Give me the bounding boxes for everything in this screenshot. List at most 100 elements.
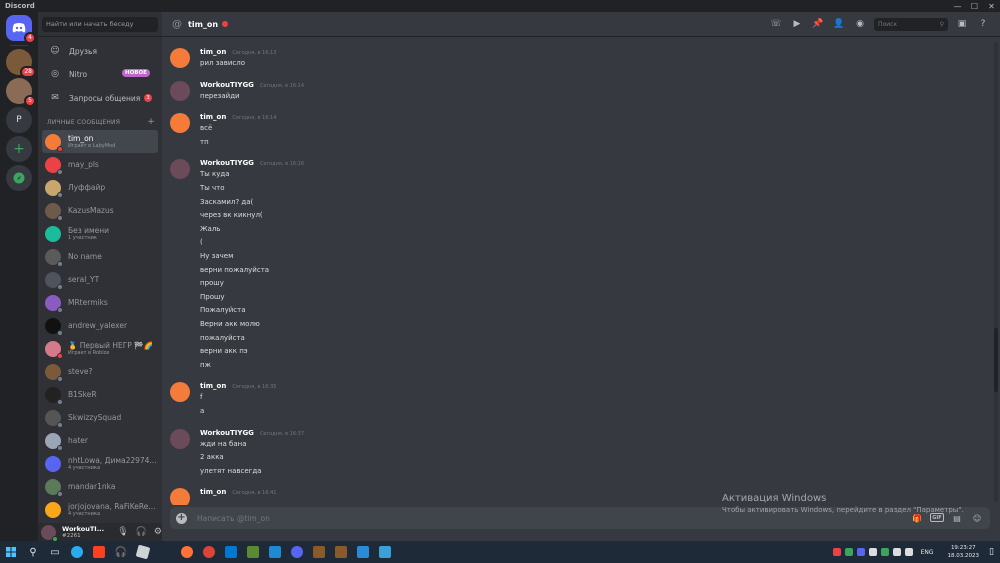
emoji-icon[interactable]: ☺ — [970, 511, 984, 525]
dm-item[interactable]: andrew_yalexer — [42, 314, 158, 337]
clock[interactable]: 19:23:27 18.03.2023 — [948, 544, 980, 560]
message-author[interactable]: tim_on — [200, 113, 226, 121]
dm-item[interactable]: steve? — [42, 360, 158, 383]
message-author[interactable]: tim_on — [200, 48, 226, 56]
settings-gear-icon[interactable]: ⚙ — [154, 527, 162, 537]
dm-item[interactable]: KazusMazus — [42, 199, 158, 222]
server-icon-3[interactable]: P — [6, 107, 32, 133]
scrollbar-thumb[interactable] — [994, 328, 998, 392]
message-avatar[interactable] — [170, 428, 190, 449]
store-icon[interactable] — [220, 541, 242, 563]
close-button[interactable]: ✕ — [983, 0, 1000, 12]
dm-name: steve? — [68, 367, 93, 376]
message-author[interactable]: WorkouTIYGG — [200, 159, 254, 167]
minecraft-launcher-icon[interactable] — [308, 541, 330, 563]
discord-taskbar-icon[interactable] — [286, 541, 308, 563]
tray-app-icon[interactable] — [832, 548, 841, 556]
message-avatar[interactable] — [170, 488, 190, 505]
message-timestamp: Сегодня, в 16:35 — [232, 384, 277, 391]
dm-item[interactable]: hater — [42, 429, 158, 452]
attach-plus-icon[interactable]: + — [176, 512, 187, 524]
app-3-icon[interactable] — [374, 541, 396, 563]
minecraft-launcher-2-icon[interactable] — [330, 541, 352, 563]
message-author[interactable]: WorkouTIYGG — [200, 429, 254, 437]
tray-app-icon[interactable] — [868, 548, 877, 556]
nav-message-requests[interactable]: ✉ Запросы общения 3 — [42, 88, 158, 108]
search-icon[interactable]: ⚲ — [22, 541, 44, 563]
volume-icon[interactable] — [904, 548, 913, 556]
message-author[interactable]: WorkouTIYGG — [200, 81, 254, 89]
voice-call-icon[interactable]: ☏ — [769, 17, 783, 31]
message-author[interactable]: tim_on — [200, 488, 226, 496]
inbox-icon[interactable]: ▣ — [955, 17, 969, 31]
nav-nitro[interactable]: ◎ Nitro НОВОЕ — [42, 64, 158, 84]
pinned-messages-icon[interactable]: 📌 — [811, 17, 825, 31]
home-button[interactable]: 4 — [6, 15, 36, 44]
create-dm-plus-icon[interactable]: + — [147, 118, 155, 127]
headphones-app-icon[interactable]: 🎧 — [110, 541, 132, 563]
dm-avatar — [45, 478, 63, 497]
dm-item[interactable]: may_pls — [42, 153, 158, 176]
chat-area: @ tim_on ☏ ▶ 📌 👤 ◉ Поиск ⚲ ▣ ? tim_on Сег… — [162, 12, 1000, 541]
microphone-icon[interactable]: 🎙 — [117, 527, 128, 537]
dm-item[interactable]: mandar1nka — [42, 475, 158, 498]
scrollbar-track[interactable] — [994, 42, 998, 502]
gif-icon[interactable]: GIF — [930, 513, 944, 522]
tray-app-icon[interactable] — [880, 548, 889, 556]
server-icon-1[interactable]: 28 — [6, 49, 36, 78]
network-icon[interactable] — [892, 548, 901, 556]
language-indicator[interactable]: ENG — [921, 549, 934, 556]
dm-item[interactable]: No name — [42, 245, 158, 268]
dm-item[interactable]: seral_YT — [42, 268, 158, 291]
maximize-button[interactable]: ☐ — [966, 0, 983, 12]
message-avatar[interactable] — [170, 80, 190, 101]
user-profile-icon[interactable]: ◉ — [853, 17, 867, 31]
headphones-icon[interactable]: 🎧 — [136, 527, 147, 537]
message-text: Ты что — [200, 183, 225, 192]
message-avatar[interactable] — [170, 159, 190, 180]
roblox-icon[interactable] — [132, 541, 154, 563]
message-avatar[interactable] — [170, 113, 190, 134]
message-input-placeholder[interactable]: Написать @tim_on — [197, 514, 270, 523]
telegram-icon[interactable] — [66, 541, 88, 563]
dm-item[interactable]: jorjojovana, RaFiKeRe... 4 участника — [42, 498, 158, 521]
task-view-icon[interactable]: ▭ — [44, 541, 66, 563]
video-call-icon[interactable]: ▶ — [790, 17, 804, 31]
add-server-button[interactable]: + — [6, 136, 32, 162]
tray-app-icon[interactable] — [856, 548, 865, 556]
activation-text: Чтобы активировать Windows, перейдите в … — [722, 506, 964, 514]
dm-name: mandar1nka — [68, 482, 116, 491]
explore-servers-button[interactable] — [6, 165, 32, 191]
server-icon-2[interactable]: 5 — [6, 78, 36, 107]
add-friend-icon[interactable]: 👤 — [832, 17, 846, 31]
dm-item[interactable]: SkwizzySquad — [42, 406, 158, 429]
chrome-icon[interactable] — [198, 541, 220, 563]
message-author[interactable]: tim_on — [200, 382, 226, 390]
user-panel: WorkouTI... #2261 🎙 🎧 ⚙ — [38, 523, 162, 542]
dm-item[interactable]: MRtermiks — [42, 291, 158, 314]
message-avatar[interactable] — [170, 48, 190, 68]
chat-search-input[interactable]: Поиск ⚲ — [874, 17, 948, 31]
dm-item[interactable]: tim_on Играет в LabyMod — [42, 130, 158, 153]
minecraft-icon[interactable] — [242, 541, 264, 563]
help-icon[interactable]: ? — [976, 17, 990, 31]
windows-start-icon[interactable] — [0, 541, 22, 563]
dm-item[interactable]: nhtLowa, Дима22974... 4 участника — [42, 452, 158, 475]
dm-item[interactable]: Без имени 1 участник — [42, 222, 158, 245]
minimize-button[interactable]: — — [949, 0, 966, 12]
user-avatar[interactable] — [41, 524, 58, 542]
firefox-icon[interactable] — [176, 541, 198, 563]
message-avatar[interactable] — [170, 382, 190, 403]
tray-app-icon[interactable] — [844, 548, 853, 556]
find-conversation-input[interactable]: Найти или начать беседу — [42, 16, 158, 32]
app-icon[interactable] — [264, 541, 286, 563]
dm-item[interactable]: 🥇 Первый НЕГР 🏁🌈 Играет в Roblox — [42, 337, 158, 360]
app-2-icon[interactable] — [352, 541, 374, 563]
message-text: тп — [200, 137, 209, 146]
notification-center-icon[interactable]: ▯ — [989, 547, 994, 557]
nav-friends[interactable]: ☺ Друзья — [42, 41, 158, 61]
dm-item[interactable]: Луффайр — [42, 176, 158, 199]
dm-item[interactable]: B1SkeR — [42, 383, 158, 406]
dm-subtitle: 1 участник — [68, 235, 97, 241]
yandex-icon[interactable] — [88, 541, 110, 563]
